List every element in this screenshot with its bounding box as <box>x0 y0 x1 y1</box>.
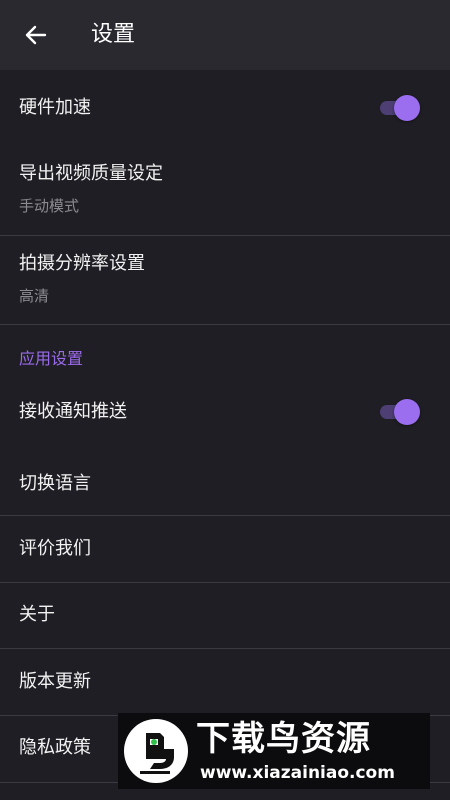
export-quality-value: 手动模式 <box>19 197 80 215</box>
language-row[interactable]: 切换语言 <box>0 448 450 515</box>
app-bar: 设置 <box>0 0 450 70</box>
version-update-label: 版本更新 <box>19 671 91 692</box>
notifications-toggle[interactable] <box>380 399 420 425</box>
hardware-acceleration-label: 硬件加速 <box>19 97 91 118</box>
watermark-url: www.xiazainiao.com <box>200 763 395 783</box>
about-label: 关于 <box>19 604 55 625</box>
watermark: 下载鸟资源 www.xiazainiao.com <box>118 713 430 789</box>
capture-resolution-row[interactable]: 拍摄分辨率设置 高清 <box>0 236 450 324</box>
toggle-thumb <box>394 95 420 121</box>
arrow-left-icon <box>25 25 47 45</box>
divider <box>0 324 450 325</box>
bird-logo-graphic <box>140 733 174 774</box>
about-row[interactable]: 关于 <box>0 583 450 648</box>
export-quality-row[interactable]: 导出视频质量设定 手动模式 <box>0 146 450 235</box>
hardware-acceleration-row[interactable]: 硬件加速 <box>0 70 450 146</box>
rate-us-row[interactable]: 评价我们 <box>0 516 450 582</box>
capture-resolution-label: 拍摄分辨率设置 <box>19 253 145 274</box>
version-update-row[interactable]: 版本更新 <box>0 649 450 715</box>
language-label: 切换语言 <box>19 473 91 494</box>
watermark-brand: 下载鸟资源 <box>196 719 371 759</box>
privacy-policy-label: 隐私政策 <box>19 737 91 758</box>
rate-us-label: 评价我们 <box>19 538 91 559</box>
section-header-app-settings: 应用设置 <box>19 349 84 368</box>
bird-logo-icon <box>124 719 188 783</box>
export-quality-label: 导出视频质量设定 <box>19 163 163 184</box>
notifications-label: 接收通知推送 <box>19 401 127 422</box>
capture-resolution-value: 高清 <box>19 287 50 305</box>
page-title: 设置 <box>91 22 136 47</box>
settings-screen: 设置 硬件加速 导出视频质量设定 手动模式 拍摄分辨率设置 高清 应用设置 接收… <box>0 0 450 800</box>
back-button[interactable] <box>22 21 50 49</box>
toggle-thumb <box>394 399 420 425</box>
notifications-row[interactable]: 接收通知推送 <box>0 378 450 448</box>
hardware-acceleration-toggle[interactable] <box>380 95 420 121</box>
